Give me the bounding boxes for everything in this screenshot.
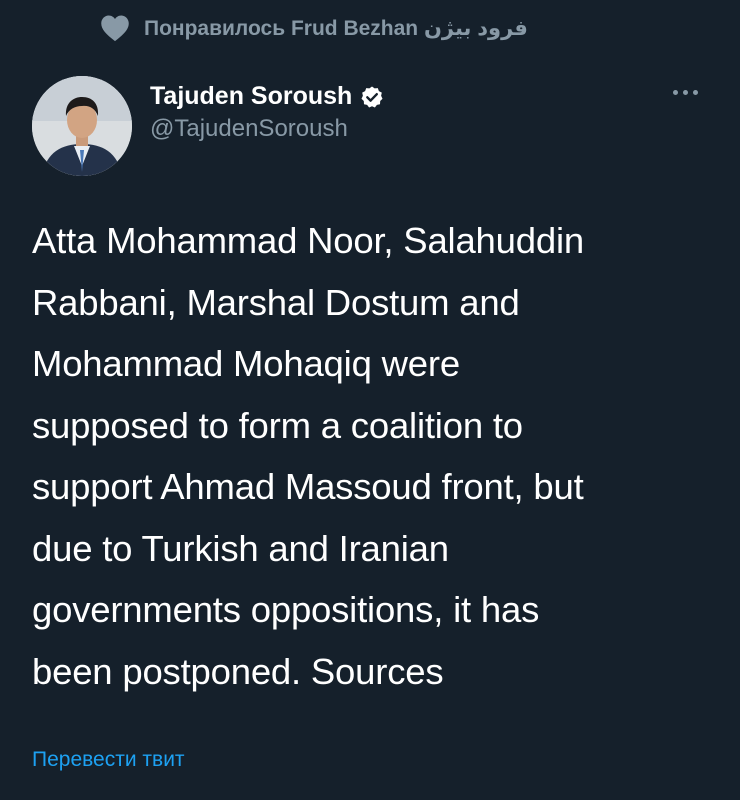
more-icon[interactable] xyxy=(667,84,704,101)
author-handle[interactable]: @TajudenSoroush xyxy=(150,115,384,143)
tweet-text: Atta Mohammad Noor, Salahuddin Rabbani, … xyxy=(32,210,692,702)
tweet-line: supposed to form a coalition to xyxy=(32,404,523,446)
avatar[interactable] xyxy=(32,76,132,176)
heart-icon xyxy=(100,14,130,42)
more-dot xyxy=(673,90,678,95)
display-name-row: Tajuden Soroush xyxy=(150,82,384,111)
social-context: Понравилось Frud Bezhan فرود بيژن xyxy=(100,14,528,42)
tweet-line: been postponed. Sources xyxy=(32,650,444,692)
tweet-line: Mohammad Mohaqiq were xyxy=(32,343,460,384)
display-name[interactable]: Tajuden Soroush xyxy=(150,82,352,111)
more-dot xyxy=(683,90,688,95)
tweet-line: Atta Mohammad Noor, Salahuddin xyxy=(32,220,584,261)
translate-tweet-link[interactable]: Перевести твит xyxy=(32,748,185,772)
more-dot xyxy=(693,90,698,95)
author-names: Tajuden Soroush @TajudenSoroush xyxy=(150,82,384,143)
tweet-header: Tajuden Soroush @TajudenSoroush xyxy=(32,76,712,176)
tweet-line: governments oppositions, it has xyxy=(32,589,540,630)
social-context-label[interactable]: Понравилось Frud Bezhan فرود بيژن xyxy=(144,16,528,41)
tweet-line: support Ahmad Massoud front, but xyxy=(32,466,584,507)
tweet-line: Rabbani, Marshal Dostum and xyxy=(32,281,520,323)
tweet-line: due to Turkish and Iranian xyxy=(32,527,449,569)
verified-badge-icon xyxy=(360,85,384,109)
